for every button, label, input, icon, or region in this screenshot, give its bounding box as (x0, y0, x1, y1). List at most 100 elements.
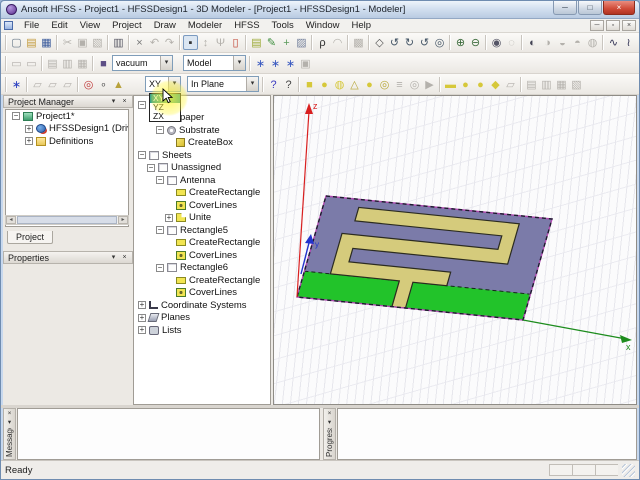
paste-icon[interactable]: ▧ (90, 35, 105, 50)
expander-plus-icon[interactable]: + (138, 326, 146, 335)
view-orientation-4-icon[interactable]: ◓ (570, 35, 585, 50)
minimize-button[interactable]: ─ (553, 1, 577, 15)
menu-edit[interactable]: Edit (45, 20, 73, 31)
draw-arc-3pt-icon[interactable]: ◠ (636, 35, 640, 50)
new-file-icon[interactable]: ▢ (9, 35, 24, 50)
edit-cs-icon[interactable]: ▱ (60, 77, 75, 92)
tree-item-unassigned[interactable]: − Unassigned (134, 162, 270, 175)
create-relative-cs-icon[interactable]: ▱ (30, 77, 45, 92)
scrollbar-thumb[interactable] (17, 216, 117, 224)
boundary-display-icon[interactable]: ρ (315, 35, 330, 50)
tree-item-createrectangle[interactable]: CreateRectangle (134, 274, 270, 287)
undo-icon[interactable]: ↶ (147, 35, 162, 50)
boolean-subtract-icon[interactable]: ▤ (45, 56, 60, 71)
duplicate-around-axis-icon[interactable]: ▥ (539, 77, 554, 92)
scale-icon[interactable]: ▧ (569, 77, 584, 92)
fit-all-icon[interactable]: ◌ (504, 35, 519, 50)
mdi-document-icon[interactable] (4, 21, 13, 30)
project-manager-pin-icon[interactable]: ▾ (108, 97, 119, 107)
mdi-close-button[interactable]: × (622, 20, 636, 31)
draw-rectangle-icon[interactable]: ▬ (443, 77, 458, 92)
duplicate-along-line-icon[interactable]: ▤ (524, 77, 539, 92)
draw-cone-icon[interactable]: △ (347, 77, 362, 92)
expander-plus-icon[interactable]: + (138, 313, 146, 322)
menu-project[interactable]: Project (106, 20, 148, 31)
paste-special-icon[interactable]: ▣ (298, 56, 313, 71)
rotate-screen-center-icon[interactable]: ↺ (417, 35, 432, 50)
rotate-current-axis-icon[interactable]: ↻ (402, 35, 417, 50)
modeler-3d-view[interactable]: x y z (273, 95, 637, 405)
tree-item-coverlines[interactable]: CoverLines (134, 249, 270, 262)
save-icon[interactable]: ▦ (39, 35, 54, 50)
menu-modeler[interactable]: Modeler (182, 20, 228, 31)
expander-minus-icon[interactable]: − (12, 112, 20, 121)
movement-mode-combo[interactable]: In Plane ▾ (187, 76, 259, 92)
menu-window[interactable]: Window (300, 20, 346, 31)
coordinate-system-icon[interactable]: ∗ (9, 77, 24, 92)
validate-icon[interactable]: ▤ (249, 35, 264, 50)
rotate-model-center-icon[interactable]: ↺ (387, 35, 402, 50)
expander-minus-icon[interactable]: − (147, 163, 155, 172)
boolean-unite-icon[interactable]: ▥ (60, 56, 75, 71)
move-y-icon[interactable]: ∗ (268, 56, 283, 71)
expander-minus-icon[interactable]: − (156, 226, 164, 235)
open-file-icon[interactable]: ▤ (24, 35, 39, 50)
properties-close-icon[interactable]: × (119, 253, 130, 263)
cut-icon[interactable]: ✂ (60, 35, 75, 50)
view-orientation-5-icon[interactable]: ◍ (585, 35, 600, 50)
tree-item-hfssdesign1-drivenmodal[interactable]: + HFSSDesign1 (DrivenModal)* (6, 123, 128, 136)
expander-plus-icon[interactable]: + (25, 124, 33, 133)
draw-box-icon[interactable]: ■ (302, 77, 317, 92)
optimetrics-icon[interactable]: + (279, 35, 294, 50)
draw-sphere-icon[interactable]: ● (362, 77, 377, 92)
mdi-restore-button[interactable]: ▫ (606, 20, 620, 31)
help-pointer-icon[interactable]: ? (281, 77, 296, 92)
print-icon[interactable]: ▥ (111, 35, 126, 50)
pan-icon[interactable]: ◇ (372, 35, 387, 50)
tree-item-sheets[interactable]: − Sheets (134, 149, 270, 162)
tree-item-coordinate-systems[interactable]: + Coordinate Systems (134, 299, 270, 312)
tree-item-createrectangle[interactable]: CreateRectangle (134, 187, 270, 200)
draw-helix-icon[interactable]: ≡ (392, 77, 407, 92)
menu-hfss[interactable]: HFSS (228, 20, 265, 31)
tree-item-rectangle5[interactable]: − Rectangle5 (134, 224, 270, 237)
view-orientation-3-icon[interactable]: ◒ (555, 35, 570, 50)
copy-icon[interactable]: ▣ (75, 35, 90, 50)
menu-file[interactable]: File (18, 20, 45, 31)
message-manager-close-icon[interactable]: × (5, 410, 14, 419)
resize-grip-icon[interactable] (622, 463, 635, 477)
solids-3d-mode-icon[interactable]: ■ (96, 56, 111, 71)
modeler-mode-combo[interactable]: Model ▾ (183, 55, 246, 71)
select-face-icon[interactable]: ↕ (198, 35, 213, 50)
tree-item-substrate[interactable]: − Substrate (134, 124, 270, 137)
results-icon[interactable]: ▨ (294, 35, 309, 50)
draw-plane-surface-icon[interactable]: ▱ (503, 77, 518, 92)
tree-item-createrectangle[interactable]: CreateRectangle (134, 237, 270, 250)
tree-item-antenna[interactable]: − Antenna (134, 174, 270, 187)
tree-item-coverlines[interactable]: CoverLines (134, 199, 270, 212)
duplicate-mirror-icon[interactable]: ▦ (554, 77, 569, 92)
tree-item-project1[interactable]: − Project1* (6, 110, 128, 123)
zoom-window-icon[interactable]: ◉ (489, 35, 504, 50)
draw-point-icon[interactable]: ∘ (96, 77, 111, 92)
select-faces-mode-icon[interactable]: ▭ (9, 56, 24, 71)
expander-plus-icon[interactable]: + (165, 213, 173, 222)
progress-close-icon[interactable]: × (325, 410, 334, 419)
select-object-icon[interactable]: ▪ (183, 35, 198, 50)
scroll-left-icon[interactable]: ◂ (6, 216, 16, 224)
redo-icon[interactable]: ↷ (162, 35, 177, 50)
material-combo[interactable]: vacuum ▾ (112, 55, 173, 71)
material-combo-arrow-icon[interactable]: ▾ (160, 56, 172, 70)
close-button[interactable]: × (603, 1, 635, 15)
tab-project[interactable]: Project (7, 231, 53, 244)
tree-item-createbox[interactable]: CreateBox (134, 137, 270, 150)
expander-minus-icon[interactable]: − (138, 101, 146, 110)
move-z-icon[interactable]: ∗ (283, 56, 298, 71)
draw-circle-icon[interactable]: ● (473, 77, 488, 92)
expander-minus-icon[interactable]: − (156, 176, 164, 185)
view-orientation-1-icon[interactable]: ◐ (525, 35, 540, 50)
zoom-out-icon[interactable]: ⊖ (468, 35, 483, 50)
solve-loop-icon[interactable]: ◠ (330, 35, 345, 50)
draw-sweep-icon[interactable]: ▶ (422, 77, 437, 92)
view-orientation-2-icon[interactable]: ◑ (540, 35, 555, 50)
